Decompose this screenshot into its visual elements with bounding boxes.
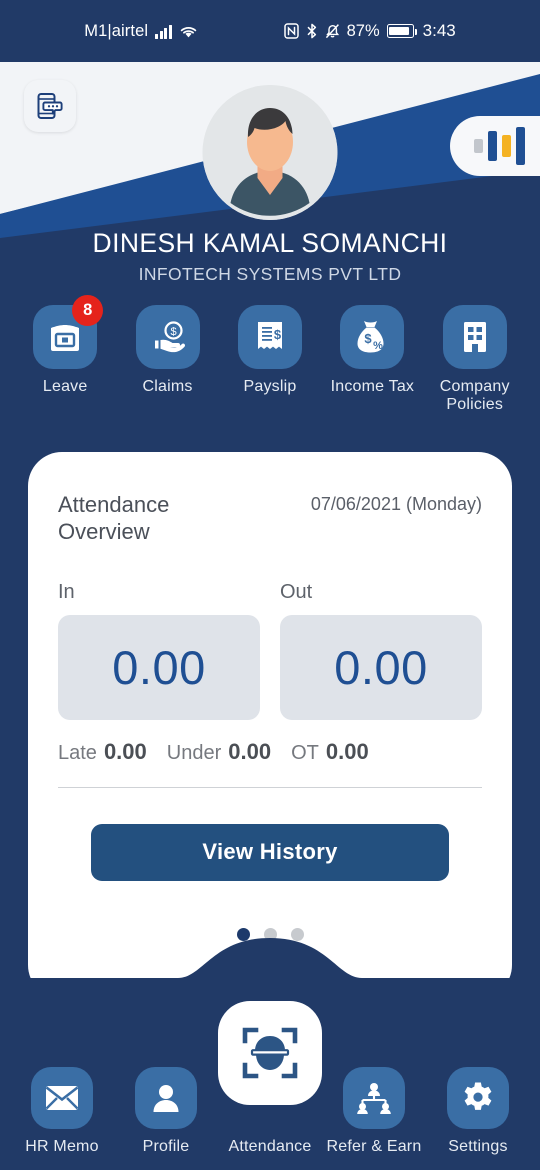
receipt-dollar-icon: $ [257,322,282,349]
user-avatar-illustration [202,85,338,220]
nav-item-settings[interactable]: Settings [430,1067,526,1156]
nav-item-profile[interactable]: Profile [118,1067,214,1156]
battery-icon [386,24,418,38]
nav-item-profile-icon-wrap [135,1067,197,1130]
quick-action-leave[interactable]: 8 Leave [17,295,113,414]
gear-icon [464,1082,492,1110]
bottom-nav-items: HR Memo Profile Attendance Refer & Earn … [0,1001,540,1156]
nav-item-refer-earn[interactable]: Refer & Earn [326,1067,422,1156]
status-bar-left: M1|airtel [84,22,197,41]
quick-action-payslip-label: Payslip [243,378,297,395]
building-icon [463,322,486,352]
page-title: DINESH KAMAL SOMANCHI [92,228,448,258]
nav-item-hr-memo-label: HR Memo [25,1138,99,1156]
svg-text:$: $ [274,327,282,342]
out-value: 0.00 [334,640,428,694]
wifi-icon [180,26,196,37]
nfc-icon [283,23,299,39]
under-value: 0.00 [228,738,272,764]
nav-item-hr-memo[interactable]: HR Memo [14,1067,110,1156]
nav-item-attendance-label: Attendance [228,1138,312,1156]
attendance-card-header: Attendance Overview 07/06/2021 (Monday) [58,492,482,546]
nav-item-settings-icon-wrap [447,1067,509,1130]
bar-chart-icon-bar-3 [501,135,511,157]
nav-item-refer-earn-icon-wrap [343,1067,405,1130]
attendance-card: Attendance Overview 07/06/2021 (Monday) … [28,452,512,1000]
hand-coin-icon: $ [154,321,185,353]
app-root: M1|airtel 87% 3:43 DINESH KAMAL SOMANCHI… [0,0,540,1170]
quick-action-leave-label: Leave [42,378,88,395]
out-value-box[interactable]: 0.00 [280,614,482,720]
bottom-navigation: HR Memo Profile Attendance Refer & Earn … [0,1001,540,1170]
nav-item-refer-earn-label: Refer & Earn [326,1138,422,1156]
under-label: Under [166,741,222,764]
bar-chart-icon-bar-2 [487,131,497,161]
quick-action-income-tax[interactable]: $ % Income Tax [324,305,420,414]
quick-action-claims[interactable]: $ Claims [120,305,216,414]
nav-item-hr-memo-icon-wrap [31,1067,93,1130]
avatar[interactable] [202,85,338,220]
quick-actions-row: 8 Leave $ Claims $ Payslip $ % Income Ta… [0,295,540,414]
card-bottom-notch [28,938,512,1000]
signal-bars-icon [155,24,172,39]
attendance-card-title: Attendance Overview [58,492,170,544]
late-value: 0.00 [103,738,147,764]
calendar-icon [51,325,80,351]
organization-label: INFOTECH SYSTEMS PVT LTD [138,264,402,284]
view-history-button[interactable]: View History [91,823,449,881]
svg-text:$: $ [365,331,373,346]
clock-label: 3:43 [422,21,456,40]
money-bag-percent-icon: $ % [357,321,384,353]
svg-text:$: $ [170,326,176,338]
status-bar-right: 87% 3:43 [283,21,456,41]
out-column: Out 0.00 [280,581,482,720]
person-icon [153,1085,179,1113]
quick-action-claims-icon-wrap: $ [135,305,200,369]
profile-name-block: DINESH KAMAL SOMANCHI INFOTECH SYSTEMS P… [0,228,540,285]
out-label: Out [280,580,313,603]
quick-action-company-policies-icon-wrap [442,305,507,369]
quick-action-payslip[interactable]: $ Payslip [222,305,318,414]
in-value-box[interactable]: 0.00 [58,614,260,720]
nav-item-attendance-icon-wrap [218,1001,322,1106]
nav-item-attendance[interactable]: Attendance [218,1001,322,1156]
envelope-icon [45,1086,79,1111]
analytics-button[interactable] [450,116,540,176]
mute-icon [325,24,339,39]
late-label: Late [58,741,97,764]
in-out-row: In 0.00 Out 0.00 [58,581,482,720]
card-divider [58,786,482,788]
ot-value: 0.00 [325,738,369,764]
org-people-icon [357,1083,391,1115]
bluetooth-icon [307,23,316,39]
bar-chart-icon-bar-1 [473,139,483,153]
metrics-row: Late 0.00 Under 0.00 OT 0.00 [58,739,482,765]
status-bar: M1|airtel 87% 3:43 [0,0,540,62]
chat-support-button[interactable] [24,80,76,132]
nav-item-settings-label: Settings [448,1138,508,1156]
in-label: In [58,580,75,603]
quick-action-income-tax-icon-wrap: $ % [340,305,405,369]
battery-percent-label: 87% [346,21,380,40]
attendance-date: 07/06/2021 (Monday) [310,494,482,514]
quick-action-company-policies-label: Company Policies [439,378,510,413]
attendance-card-body: Attendance Overview 07/06/2021 (Monday) … [28,452,512,881]
quick-action-company-policies[interactable]: Company Policies [427,305,523,414]
face-scan-icon [242,1027,298,1079]
quick-action-income-tax-label: Income Tax [330,378,415,395]
carrier-label: M1|airtel [84,21,149,40]
quick-action-leave-icon-wrap: 8 [33,295,104,369]
nav-item-profile-label: Profile [142,1138,190,1156]
ot-label: OT [291,741,319,764]
in-column: In 0.00 [58,581,260,720]
bar-chart-icon-bar-4 [515,127,525,165]
svg-text:%: % [373,340,383,352]
leave-badge: 8 [72,295,104,326]
quick-action-payslip-icon-wrap: $ [237,305,302,369]
chat-phone-icon [37,93,63,119]
in-value: 0.00 [112,640,206,694]
quick-action-claims-label: Claims [142,378,193,395]
